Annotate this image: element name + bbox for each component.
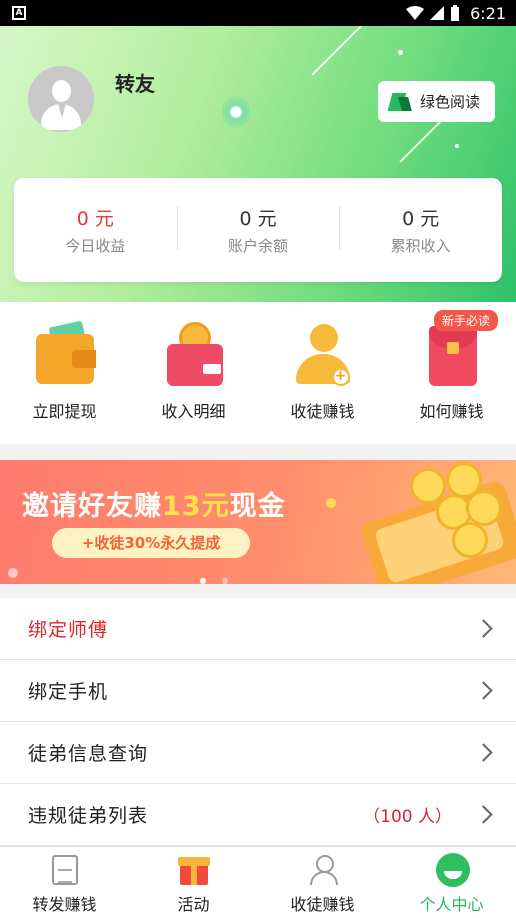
people-body	[309, 871, 338, 885]
earnings-card: 0 元 今日收益 0 元 账户余额 0 元 累积收入	[14, 178, 502, 282]
banner-commission-pill: +收徒30%永久提成	[52, 528, 250, 558]
action-label: 收徒赚钱	[290, 402, 355, 421]
violation-count: （100 人）	[363, 807, 452, 827]
decor-dot	[8, 568, 18, 578]
menu-item-apprentice-query[interactable]: 徒弟信息查询	[0, 722, 516, 784]
tab-label: 个人中心	[419, 895, 484, 914]
decor-streak	[311, 26, 370, 76]
action-label: 如何赚钱	[419, 402, 484, 421]
action-income-details[interactable]: 收入明细	[129, 302, 258, 444]
banner-title-suffix: 现金	[229, 491, 286, 522]
decor-dot	[326, 498, 336, 508]
clock: 6:21	[470, 3, 506, 23]
tab-label: 收徒赚钱	[290, 895, 355, 914]
action-label: 收入明细	[161, 402, 226, 421]
avatar[interactable]	[28, 66, 94, 132]
profile-shape	[435, 853, 470, 887]
person-head	[309, 324, 338, 352]
menu-item-label: 绑定手机	[28, 681, 109, 703]
menu-item-bind-phone[interactable]: 绑定手机	[0, 660, 516, 722]
tab-recruit[interactable]: 收徒赚钱	[258, 847, 387, 918]
menu-item-label: 绑定师傅	[28, 619, 109, 641]
envelope-seal	[446, 342, 459, 354]
profile-header: 转友 绿色阅读 0 元 今日收益 0 元 账户余额 0 元 累积收入	[0, 26, 516, 302]
gift-ribbon	[190, 857, 197, 885]
green-reading-label: 绿色阅读	[420, 93, 481, 111]
green-reading-button[interactable]: 绿色阅读	[378, 81, 495, 122]
wallet-icon	[32, 320, 98, 388]
news-icon	[48, 853, 82, 887]
profile-icon	[435, 853, 470, 887]
stat-label: 累积收入	[390, 237, 451, 255]
invite-banner[interactable]: 邀请好友赚13元现金 +收徒30%永久提成	[0, 460, 516, 584]
money-purse-icon	[161, 320, 227, 388]
status-icons: 6:21	[406, 4, 506, 23]
bottom-tab-bar: 转发赚钱 活动 收徒赚钱 个人中心	[0, 846, 516, 918]
decor-dot	[455, 144, 459, 148]
username: 转友	[115, 72, 155, 96]
decor-dot	[398, 50, 403, 55]
tab-label: 活动	[177, 895, 210, 914]
menu-item-violation-list[interactable]: 违规徒弟列表 （100 人）	[0, 784, 516, 846]
action-label: 立即提现	[32, 402, 97, 421]
notification-a-icon: A	[12, 6, 26, 20]
new-user-badge: 新手必读	[434, 310, 499, 331]
people-icon	[306, 853, 340, 887]
stat-value: 0 元	[76, 208, 114, 230]
chevron-right-icon	[474, 805, 493, 824]
stat-value: 0 元	[239, 208, 277, 230]
action-recruit[interactable]: + 收徒赚钱	[258, 302, 387, 444]
stat-total-income[interactable]: 0 元 累积收入	[339, 204, 502, 256]
stat-label: 今日收益	[65, 237, 126, 255]
menu-list: 绑定师傅 绑定手机 徒弟信息查询 违规徒弟列表 （100 人）	[0, 598, 516, 846]
stat-today-earnings[interactable]: 0 元 今日收益	[14, 204, 177, 256]
tab-personal-center[interactable]: 个人中心	[387, 847, 516, 918]
purse-tag	[202, 364, 221, 374]
gold-coin-icon	[452, 522, 488, 558]
menu-item-label: 违规徒弟列表	[28, 805, 149, 827]
avatar-head	[52, 80, 71, 102]
action-withdraw[interactable]: 立即提现	[0, 302, 129, 444]
stat-account-balance[interactable]: 0 元 账户余额	[176, 204, 340, 256]
banner-title: 邀请好友赚13元现金	[22, 484, 286, 523]
page: A 6:21 转友 绿色阅读 0 元 今日收益 0 元 账户余额 0 元 累积收…	[0, 0, 516, 918]
decor-streak	[399, 118, 444, 163]
decor-glow	[222, 94, 250, 130]
wifi-icon	[406, 6, 425, 20]
tab-label: 转发赚钱	[32, 895, 97, 914]
carousel-dot[interactable]	[200, 578, 206, 584]
status-bar: A 6:21	[0, 0, 516, 26]
menu-item-bind-master[interactable]: 绑定师傅	[0, 598, 516, 660]
book-logo-icon	[390, 93, 412, 111]
banner-title-amount: 13元	[162, 491, 230, 522]
tab-activities[interactable]: 活动	[129, 847, 258, 918]
chevron-right-icon	[474, 619, 493, 638]
battery-icon	[451, 5, 460, 21]
plus-icon: +	[331, 368, 350, 386]
chevron-right-icon	[474, 743, 493, 762]
carousel-dot[interactable]	[222, 578, 228, 584]
menu-item-label: 徒弟信息查询	[28, 743, 149, 765]
avatar-tie	[58, 104, 66, 118]
banner-title-prefix: 邀请好友赚	[22, 491, 162, 522]
stat-label: 账户余额	[228, 237, 289, 255]
gift-icon	[177, 853, 211, 887]
signal-icon	[430, 6, 445, 20]
chevron-right-icon	[474, 681, 493, 700]
gold-coin-icon	[466, 490, 502, 526]
news-shape	[51, 855, 78, 885]
stat-value: 0 元	[402, 208, 440, 230]
add-person-icon: +	[290, 320, 356, 388]
tab-share-earn[interactable]: 转发赚钱	[0, 847, 129, 918]
wallet-flap	[71, 350, 96, 368]
